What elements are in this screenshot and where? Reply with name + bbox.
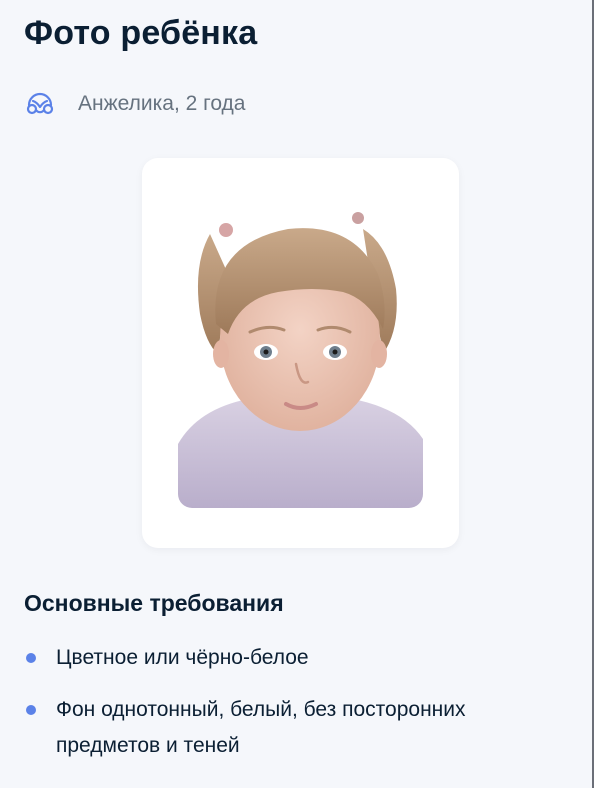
child-icon (24, 88, 56, 120)
page-title: Фото ребёнка (24, 14, 258, 52)
page: Фото ребёнка Анжелика, 2 года Основные т… (0, 0, 592, 788)
photo-card[interactable] (142, 158, 459, 548)
requirement-text: Цветное или чёрно-белое (56, 646, 309, 669)
child-name: Анжелика, 2 года (78, 92, 246, 115)
scrollbar[interactable] (592, 0, 600, 788)
child-portrait-photo (178, 204, 423, 508)
list-item: Фон однотонный, белый, без посторонних п… (24, 692, 564, 764)
requirements-title: Основные требования (24, 590, 284, 616)
requirement-text: Фон однотонный, белый, без посторонних п… (56, 698, 466, 757)
requirements-list: Цветное или чёрно-белое Фон однотонный, … (24, 640, 564, 780)
bullet-icon (26, 705, 36, 715)
child-info: Анжелика, 2 года (24, 88, 245, 120)
bullet-icon (26, 653, 36, 663)
list-item: Цветное или чёрно-белое (24, 640, 564, 676)
